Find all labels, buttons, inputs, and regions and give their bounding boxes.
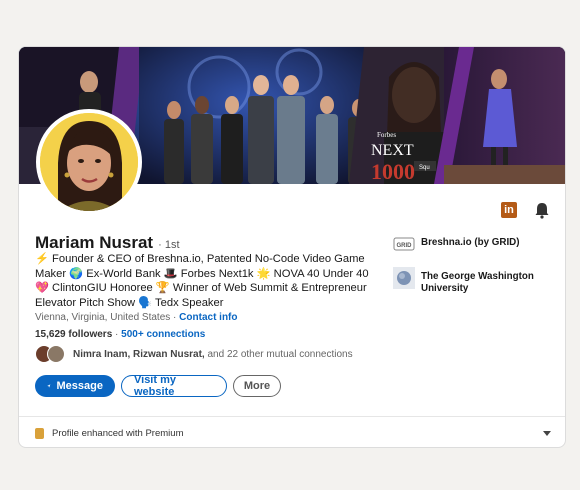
experience-education: GRID Breshna.io (by GRID) The George Was… xyxy=(393,233,561,306)
education-school[interactable]: The George Washington University xyxy=(393,267,561,294)
premium-footer-text: Profile enhanced with Premium xyxy=(52,427,184,439)
banner-tag: Squ xyxy=(419,165,430,171)
school-name: The George Washington University xyxy=(421,271,534,294)
contact-info-link[interactable]: Contact info xyxy=(179,312,237,323)
profile-avatar[interactable] xyxy=(36,109,142,215)
mutual-connections[interactable]: Nimra Inam, Rizwan Nusrat, and 22 other … xyxy=(35,345,353,363)
linkedin-icon[interactable]: in xyxy=(501,202,517,218)
location-row: Vienna, Virginia, United States · Contac… xyxy=(35,312,238,323)
profile-card: Forbes NEXT 1000 Squ in Mariam Nusrat · … xyxy=(18,46,566,448)
premium-icon xyxy=(35,427,44,439)
mutual-names: Nimra Inam, Rizwan Nusrat, xyxy=(73,348,205,360)
more-button[interactable]: More xyxy=(233,375,281,397)
stats-row: 15,629 followers · 500+ connections xyxy=(35,329,205,340)
followers-count: 15,629 followers xyxy=(35,329,113,340)
avatar xyxy=(47,345,65,363)
company-name: Breshna.io (by GRID) xyxy=(421,237,520,248)
profile-top-actions: in xyxy=(501,201,551,219)
banner-next: NEXT xyxy=(371,142,414,159)
location-text: Vienna, Virginia, United States xyxy=(35,312,171,323)
avatar-photo xyxy=(40,113,138,211)
profile-headline: ⚡ Founder & CEO of Breshna.io, Patented … xyxy=(35,253,369,309)
university-logo-icon xyxy=(393,267,415,289)
chevron-down-icon[interactable] xyxy=(543,430,551,436)
visit-website-button[interactable]: Visit my website xyxy=(121,374,227,398)
profile-actions: Message Visit my website More xyxy=(35,374,281,398)
profile-name-row: Mariam Nusrat · 1st xyxy=(35,233,180,253)
current-company[interactable]: GRID Breshna.io (by GRID) xyxy=(393,233,561,255)
send-icon xyxy=(47,384,51,388)
connections-link[interactable]: 500+ connections xyxy=(121,329,205,340)
message-button[interactable]: Message xyxy=(35,375,115,397)
banner-number: 1000 xyxy=(371,159,415,184)
stats-separator: · xyxy=(112,329,122,340)
message-button-label: Message xyxy=(56,380,103,392)
location-separator: · xyxy=(170,312,180,323)
grid-logo-icon: GRID xyxy=(393,233,415,255)
mutual-connections-text: Nimra Inam, Rizwan Nusrat, and 22 other … xyxy=(73,349,353,360)
connection-degree: · 1st xyxy=(158,239,180,251)
bell-icon[interactable] xyxy=(533,201,551,219)
mutual-rest: and 22 other mutual connections xyxy=(204,348,353,360)
premium-footer[interactable]: Profile enhanced with Premium xyxy=(19,416,565,447)
grid-logo-text: GRID xyxy=(397,243,413,249)
profile-name: Mariam Nusrat xyxy=(35,233,154,252)
banner-brand: Forbes xyxy=(377,131,396,139)
mutual-avatars xyxy=(35,345,67,363)
